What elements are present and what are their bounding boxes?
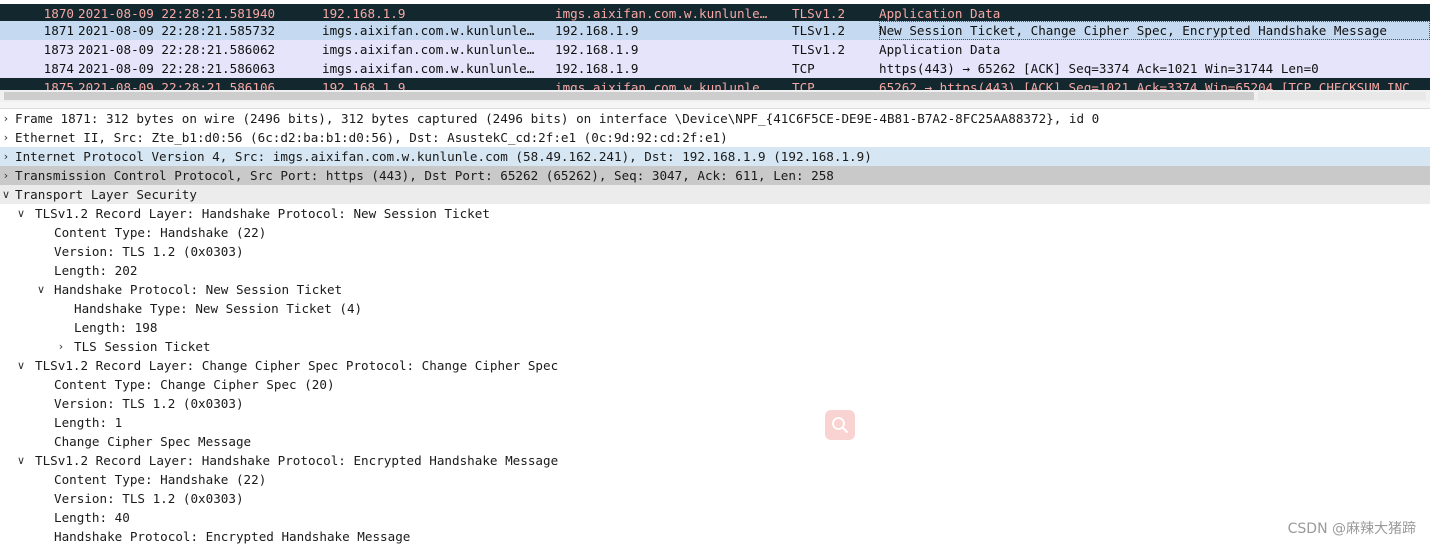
detail-text: Version: TLS 1.2 (0x0303) <box>54 244 244 259</box>
packet-proto: TCP <box>792 80 815 90</box>
detail-text: TLSv1.2 Record Layer: Handshake Protocol… <box>35 453 559 468</box>
expand-chevron-right-icon[interactable]: › <box>0 166 13 185</box>
expand-chevron-down-icon[interactable]: ∨ <box>14 451 28 470</box>
detail-row[interactable]: Length: 1 <box>0 413 1430 432</box>
packet-info: Application Data <box>879 42 1001 57</box>
packet-info: 65262 → https(443) [ACK] Seq=1021 Ack=33… <box>879 80 1410 90</box>
detail-text: Handshake Type: New Session Ticket (4) <box>74 301 363 316</box>
detail-row[interactable]: Version: TLS 1.2 (0x0303) <box>0 489 1430 508</box>
detail-row[interactable]: › Internet Protocol Version 4, Src: imgs.… <box>0 147 1430 166</box>
detail-row[interactable]: Length: 40 <box>0 508 1430 527</box>
detail-row[interactable]: Change Cipher Spec Message <box>0 432 1430 451</box>
detail-text: Handshake Protocol: New Session Ticket <box>54 282 343 297</box>
detail-text: Length: 198 <box>74 320 158 335</box>
detail-text: Change Cipher Spec Message <box>54 434 252 449</box>
detail-text: TLSv1.2 Record Layer: Handshake Protocol… <box>35 206 490 221</box>
detail-text: TLSv1.2 Record Layer: Change Cipher Spec… <box>35 358 559 373</box>
detail-text: Version: TLS 1.2 (0x0303) <box>54 491 244 506</box>
packet-time: 2021-08-09 22:28:21.585732 <box>78 23 276 38</box>
packet-no: 1871 <box>43 23 74 38</box>
packet-no: 1875 <box>43 80 74 90</box>
packet-proto: TCP <box>792 61 815 76</box>
packet-no: 1874 <box>43 61 74 76</box>
packet-time: 2021-08-09 22:28:21.586062 <box>78 42 276 57</box>
packet-src: imgs.aixifan.com.w.kunlunle… <box>322 42 535 57</box>
packet-list[interactable]: 1870 2021-08-09 22:28:21.581940 192.168.1.… <box>0 0 1430 90</box>
detail-text: Length: 202 <box>54 263 138 278</box>
detail-text: Ethernet II, Src: Zte_b1:d0:56 (6c:d2:ba… <box>15 130 728 145</box>
detail-text: Content Type: Change Cipher Spec (20) <box>54 377 335 392</box>
detail-row[interactable]: ∨ Handshake Protocol: New Session Ticket <box>0 280 1430 299</box>
expand-chevron-down-icon[interactable]: ∨ <box>14 356 28 375</box>
packet-src: imgs.aixifan.com.w.kunlunle… <box>322 61 535 76</box>
detail-text: Handshake Protocol: Encrypted Handshake … <box>54 529 411 544</box>
packet-row[interactable]: 1875 2021-08-09 22:28:21.586106 192.168.1.… <box>0 78 1430 90</box>
expand-chevron-right-icon[interactable]: › <box>54 337 68 356</box>
detail-text: Content Type: Handshake (22) <box>54 472 267 487</box>
packet-row[interactable]: 1873 2021-08-09 22:28:21.586062 imgs.aixif… <box>0 40 1430 59</box>
detail-row[interactable]: › Transmission Control Protocol, Src Port… <box>0 166 1430 185</box>
packet-details-tree[interactable]: › Frame 1871: 312 bytes on wire (2496 bit… <box>0 109 1430 548</box>
packet-proto: TLSv1.2 <box>792 42 846 57</box>
scrollbar-track-end <box>1258 92 1426 100</box>
detail-row[interactable]: › Ethernet II, Src: Zte_b1:d0:56 (6c:d2:b… <box>0 128 1430 147</box>
detail-row[interactable]: Content Type: Change Cipher Spec (20) <box>0 375 1430 394</box>
packet-no: 1873 <box>43 42 74 57</box>
watermark: CSDN @麻辣大猪蹄 <box>1287 521 1416 537</box>
expand-chevron-down-icon[interactable]: ∨ <box>14 204 28 223</box>
packet-src: imgs.aixifan.com.w.kunlunle… <box>322 23 535 38</box>
detail-row[interactable]: Length: 198 <box>0 318 1430 337</box>
expand-chevron-down-icon[interactable]: ∨ <box>0 185 13 204</box>
detail-text: Transport Layer Security <box>15 187 197 202</box>
scrollbar-thumb[interactable] <box>4 92 1254 100</box>
detail-row[interactable]: Version: TLS 1.2 (0x0303) <box>0 394 1430 413</box>
search-icon[interactable] <box>825 410 855 440</box>
detail-row[interactable]: › Frame 1871: 312 bytes on wire (2496 bit… <box>0 109 1430 128</box>
packet-row[interactable]: 1874 2021-08-09 22:28:21.586063 imgs.aixif… <box>0 59 1430 78</box>
expand-chevron-down-icon[interactable]: ∨ <box>34 280 48 299</box>
detail-row[interactable]: ∨ TLSv1.2 Record Layer: Change Cipher Spe… <box>0 356 1430 375</box>
packet-time: 2021-08-09 22:28:21.586106 <box>78 80 276 90</box>
detail-row[interactable]: Handshake Type: New Session Ticket (4) <box>0 299 1430 318</box>
detail-row[interactable]: Content Type: Handshake (22) <box>0 470 1430 489</box>
packet-dst: 192.168.1.9 <box>555 61 639 76</box>
expand-chevron-right-icon[interactable]: › <box>0 128 13 147</box>
detail-text: Frame 1871: 312 bytes on wire (2496 bits… <box>15 111 1100 126</box>
detail-row[interactable]: Length: 202 <box>0 261 1430 280</box>
expand-chevron-right-icon[interactable]: › <box>0 109 13 128</box>
packet-dst: 192.168.1.9 <box>555 42 639 57</box>
expand-chevron-right-icon[interactable]: › <box>0 147 13 166</box>
detail-row[interactable]: ∨ TLSv1.2 Record Layer: Handshake Protoco… <box>0 451 1430 470</box>
pane-splitter[interactable] <box>0 102 1430 109</box>
detail-text: Length: 1 <box>54 415 123 430</box>
packet-src: 192.168.1.9 <box>322 80 406 90</box>
detail-row[interactable]: Content Type: Handshake (22) <box>0 223 1430 242</box>
detail-row[interactable]: Version: TLS 1.2 (0x0303) <box>0 242 1430 261</box>
detail-row[interactable]: › TLS Session Ticket <box>0 337 1430 356</box>
detail-text: Length: 40 <box>54 510 130 525</box>
horizontal-scrollbar[interactable] <box>0 90 1430 102</box>
detail-text: Transmission Control Protocol, Src Port:… <box>15 168 834 183</box>
detail-text: Internet Protocol Version 4, Src: imgs.a… <box>15 149 872 164</box>
packet-proto: TLSv1.2 <box>792 23 846 38</box>
packet-dst: 192.168.1.9 <box>555 23 639 38</box>
detail-text: Version: TLS 1.2 (0x0303) <box>54 396 244 411</box>
packet-dst: imgs.aixifan.com.w.kunlunle… <box>555 80 768 90</box>
packet-info: https(443) → 65262 [ACK] Seq=3374 Ack=10… <box>879 61 1319 76</box>
detail-row[interactable]: ∨ Transport Layer Security <box>0 185 1430 204</box>
packet-info: New Session Ticket, Change Cipher Spec, … <box>879 21 1430 40</box>
detail-text: TLS Session Ticket <box>74 339 211 354</box>
detail-row[interactable]: ∨ TLSv1.2 Record Layer: Handshake Protoco… <box>0 204 1430 223</box>
packet-time: 2021-08-09 22:28:21.586063 <box>78 61 276 76</box>
detail-row[interactable]: Handshake Protocol: Encrypted Handshake … <box>0 527 1430 546</box>
packet-row[interactable]: 1871 2021-08-09 22:28:21.585732 imgs.aixif… <box>0 21 1430 40</box>
detail-text: Content Type: Handshake (22) <box>54 225 267 240</box>
